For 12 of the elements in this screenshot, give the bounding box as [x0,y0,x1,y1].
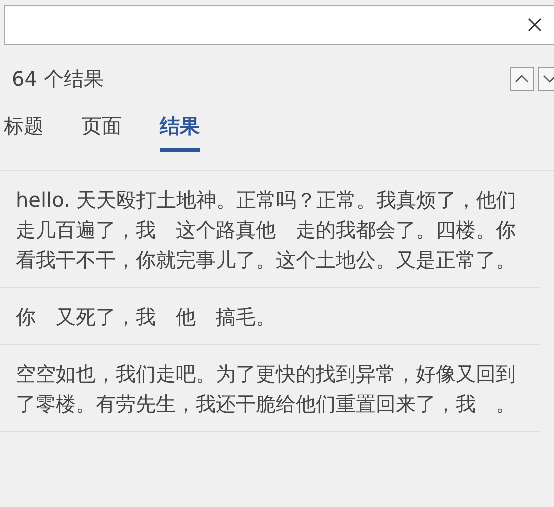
result-count: 64 个结果 [11,66,104,92]
previous-result-button[interactable] [510,67,534,91]
tab[interactable]: 页面 [82,113,122,152]
tab[interactable]: 标题 [4,113,44,152]
chevron-up-icon [515,74,529,84]
tab[interactable]: 结果 [160,113,200,152]
chevron-down-icon [543,74,554,84]
search-result[interactable]: 你 又死了，我 他 搞毛。 [0,288,540,345]
search-result[interactable]: 空空如也，我们走吧。为了更快的找到异常，好像又回到了零楼。有劳先生，我还干脆给他们重置回来了，我 。 [0,345,540,432]
close-icon[interactable] [527,17,543,33]
search-result[interactable]: hello. 天天殴打土地神。正常吗？正常。我真烦了，他们走几百遍了，我 这个路真他 走的我都会了。四楼。你看我干不干，你就完事儿了。这个土地公。又是正常了。 [0,171,540,288]
search-field[interactable] [4,5,554,45]
